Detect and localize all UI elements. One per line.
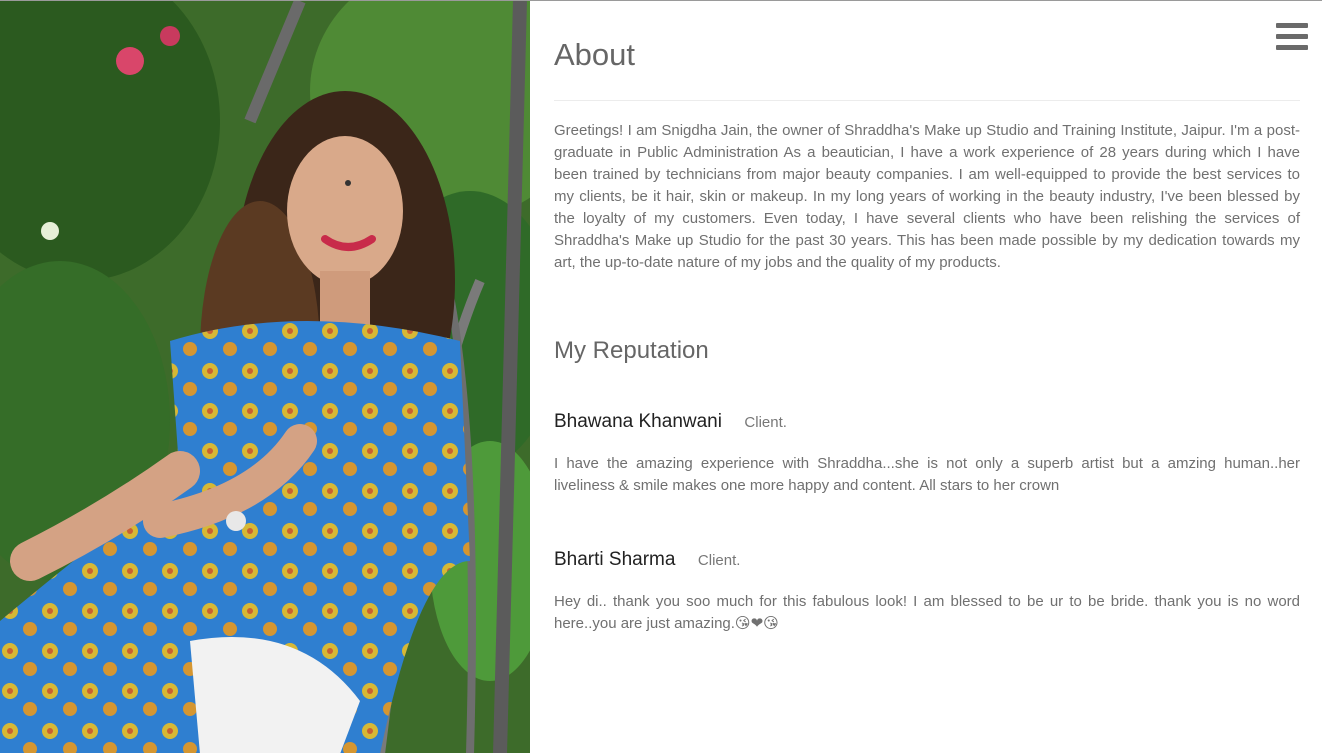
reputation-title: My Reputation (554, 337, 709, 364)
reviewer-name: Bhawana Khanwani (554, 411, 722, 432)
menu-bar (1276, 34, 1308, 39)
reviewer-name: Bharti Sharma (554, 549, 676, 570)
about-title: About (554, 37, 636, 72)
reviewer-role: Client. (744, 414, 787, 431)
hamburger-menu-icon[interactable] (1276, 23, 1308, 51)
profile-photo (0, 1, 530, 753)
review-item: Bharti Sharma Client. Hey di.. thank you… (554, 549, 1300, 635)
review-text: Hey di.. thank you soo much for this fab… (554, 593, 1300, 632)
menu-bar (1276, 23, 1308, 28)
about-text: Greetings! I am Snigdha Jain, the owner … (554, 122, 1300, 271)
reviewer-role: Client. (697, 552, 741, 569)
about-page: About Greetings! I am Snigdha Jain, the … (0, 0, 1322, 753)
review-item: Bhawana Khanwani Client. I have the amaz… (554, 411, 1300, 497)
section-divider (554, 100, 1300, 101)
menu-bar (1276, 45, 1308, 50)
review-text: I have the amazing experience with Shrad… (554, 455, 1300, 494)
